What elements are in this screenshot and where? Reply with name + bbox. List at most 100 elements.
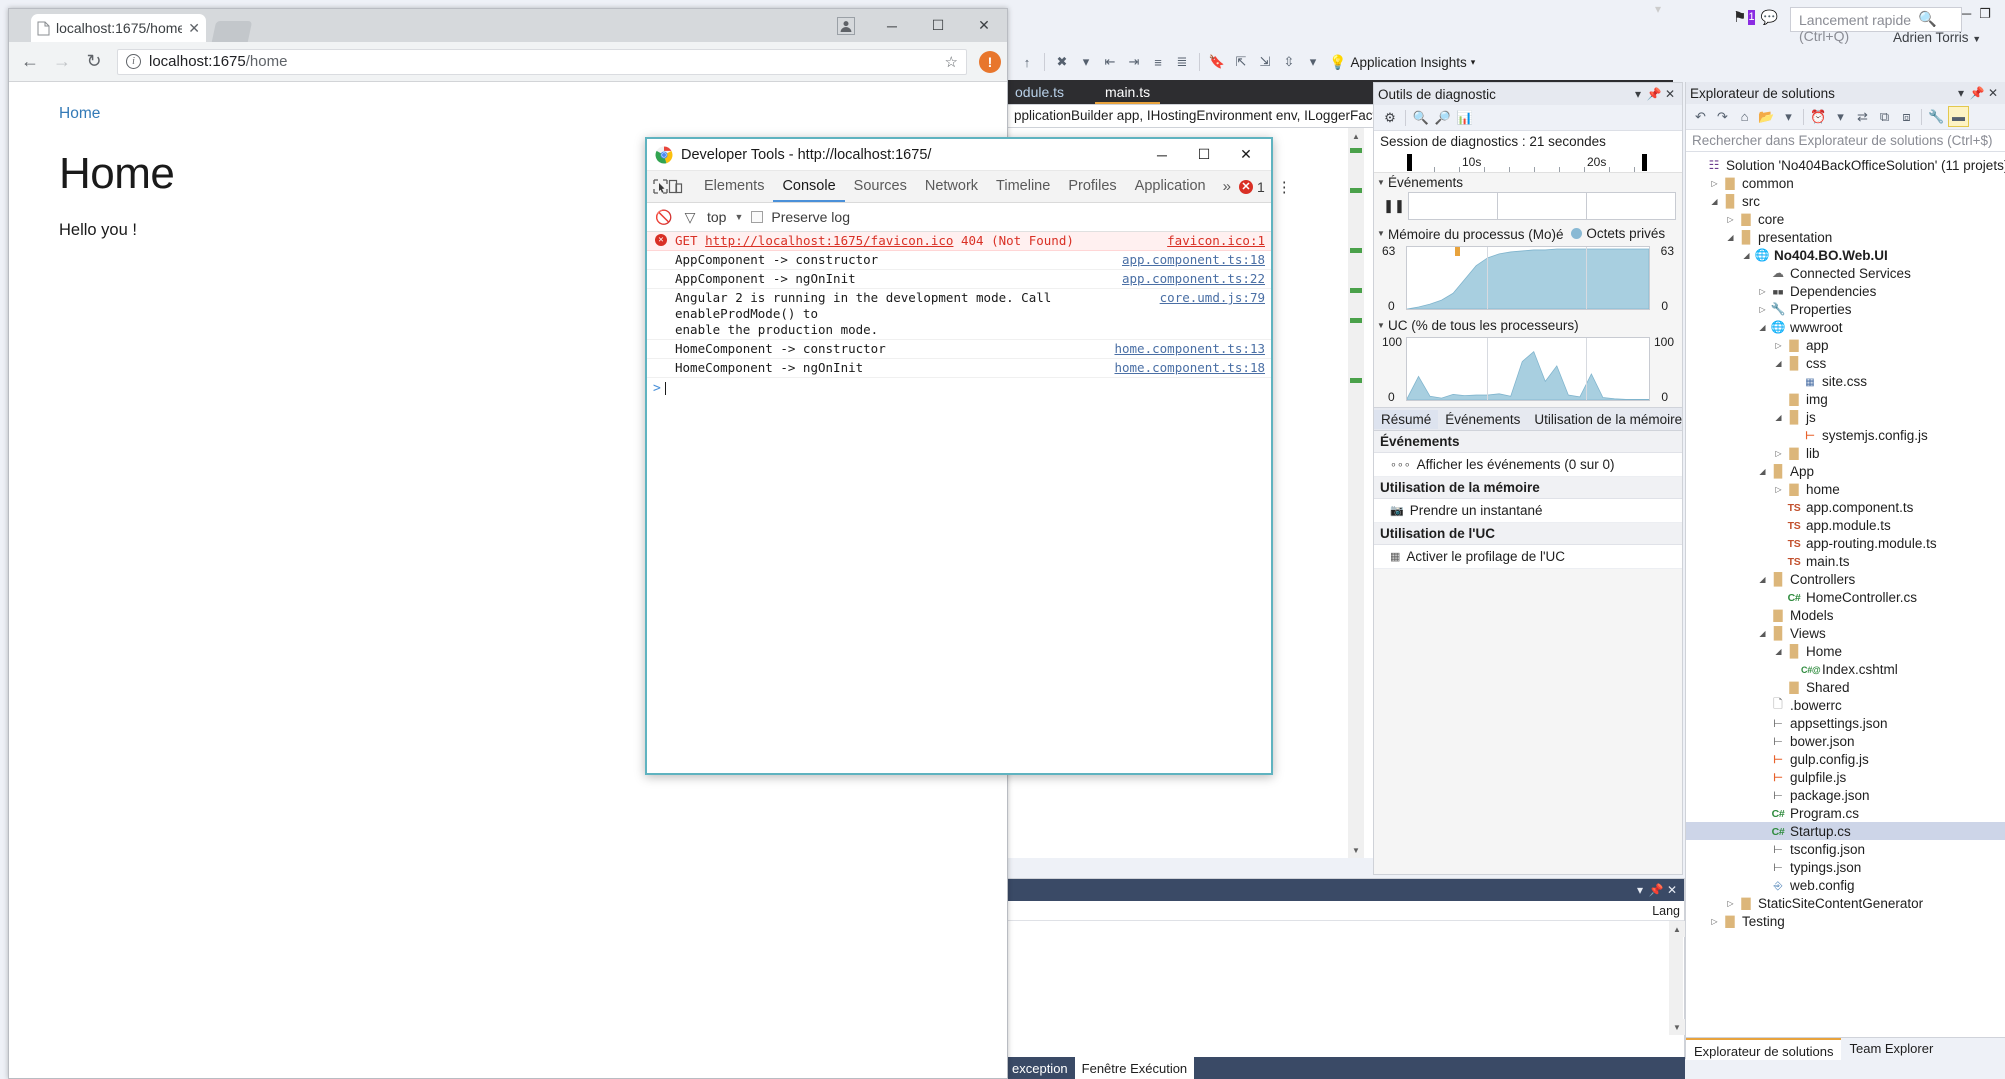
bookmark-star-icon[interactable]: ☆ (945, 53, 958, 71)
tab-elements[interactable]: Elements (695, 171, 773, 202)
devtools-maximize-button[interactable]: ☐ (1187, 140, 1221, 170)
summary-link-row-memory[interactable]: 📷 Prendre un instantané (1374, 499, 1682, 523)
tree-item-dependencies[interactable]: ▷ ■■ Dependencies (1686, 282, 2005, 300)
console-context-selector[interactable]: top (707, 209, 726, 225)
editor-tab-overflow-icon[interactable]: ▾ (1655, 2, 1661, 16)
debug-window-tabs[interactable]: exception Fenêtre Exécution (1005, 1057, 1685, 1079)
tree-item-src[interactable]: ◢ █ src (1686, 192, 2005, 210)
zoom-in-icon[interactable]: 🔍 (1411, 108, 1431, 128)
tree-item-tsconfig-json[interactable]: ⊢ tsconfig.json (1686, 840, 2005, 858)
tab-utilisation-memoire[interactable]: Utilisation de la mémoire (1527, 410, 1689, 429)
tree-item-core[interactable]: ▷ ▇ core (1686, 210, 2005, 228)
tree-item-program-cs[interactable]: C# Program.cs (1686, 804, 2005, 822)
expander-expanded-icon[interactable]: ◢ (1756, 575, 1769, 584)
filter-icon[interactable]: ▽ (681, 208, 699, 226)
tree-item-gulp-config-js[interactable]: ⊢ gulp.config.js (1686, 750, 2005, 768)
console-log-list[interactable]: ✕ GET http://localhost:1675/favicon.ico 4… (647, 232, 1271, 772)
preview-selected-items-icon[interactable]: ▬ (1948, 106, 1969, 127)
events-section-header[interactable]: ▼ Événements (1374, 173, 1682, 192)
tree-item-connected-services[interactable]: ☁ Connected Services (1686, 264, 2005, 282)
gear-icon[interactable]: ⚙ (1380, 108, 1400, 128)
cpu-graph[interactable]: 100 0 100 0 (1380, 335, 1676, 404)
tree-item-models[interactable]: ▇ Models (1686, 606, 2005, 624)
avatar[interactable] (823, 16, 869, 35)
pause-icon[interactable]: ❚❚ (1380, 192, 1408, 220)
expander-expanded-icon[interactable]: ◢ (1772, 647, 1785, 656)
breakpoints-icon[interactable]: ✖ (1051, 51, 1073, 73)
extension-warning-icon[interactable]: ! (979, 50, 1001, 73)
tree-item-testing[interactable]: ▷ ▇ Testing (1686, 912, 2005, 930)
summary-link-row-events[interactable]: ∘∘∘ Afficher les événements (0 sur 0) (1374, 453, 1682, 477)
properties-wrench-icon[interactable]: 🔧 (1926, 106, 1947, 127)
pane-menu-icon[interactable]: ▾ (1630, 87, 1646, 101)
bookmark-icon[interactable]: 🔖 (1206, 51, 1228, 73)
chart-icon[interactable]: 📊 (1455, 108, 1475, 128)
console-log-source-link[interactable]: favicon.ico:1 (1157, 233, 1265, 248)
scroll-down-button[interactable]: ▼ (1348, 842, 1364, 858)
editor-vertical-scrollbar[interactable]: ▲ ▼ (1348, 128, 1364, 858)
back-icon[interactable]: ← (15, 47, 45, 77)
tree-item-index-cshtml[interactable]: C#@ Index.cshtml (1686, 660, 2005, 678)
close-icon[interactable]: ✕ (1664, 883, 1680, 897)
tab-team-explorer[interactable]: Team Explorer (1841, 1039, 1941, 1058)
events-track[interactable] (1408, 192, 1676, 220)
tab-resume[interactable]: Résumé (1374, 409, 1439, 429)
next-bookmark-icon[interactable]: ⇲ (1254, 51, 1276, 73)
console-log-row[interactable]: AppComponent -> ngOnInit app.component.ts… (647, 270, 1271, 289)
devtools-minimize-button[interactable]: ─ (1145, 140, 1179, 170)
expander-collapsed-icon[interactable]: ▷ (1756, 305, 1769, 314)
console-log-row[interactable]: ✕ GET http://localhost:1675/favicon.ico 4… (647, 232, 1271, 251)
expander-collapsed-icon[interactable]: ▷ (1772, 449, 1785, 458)
comment-icon[interactable]: ⇥ (1123, 51, 1145, 73)
site-info-icon[interactable]: i (126, 54, 141, 69)
pane-menu-icon[interactable]: ▾ (1632, 883, 1648, 897)
tree-item-app-routing-module-ts[interactable]: TS app-routing.module.ts (1686, 534, 2005, 552)
toolbar-overflow-icon-2[interactable]: ▾ (1302, 51, 1324, 73)
output-window-scrollbar[interactable]: ▲ ▼ (1669, 921, 1685, 1035)
chevron-down-icon[interactable]: ▼ (734, 212, 743, 222)
address-bar[interactable]: i localhost:1675/home ☆ (117, 48, 967, 75)
solution-explorer-bottom-tabs[interactable]: Explorateur de solutions Team Explorer (1686, 1037, 2005, 1060)
clear-console-icon[interactable]: 🚫 (655, 208, 673, 226)
tree-item-shared[interactable]: ▇ Shared (1686, 678, 2005, 696)
cpu-section-header[interactable]: ▼ UC (% de tous les processeurs) (1374, 316, 1682, 335)
diagnostic-tools-toolbar[interactable]: ⚙ 🔍 🔎 📊 (1374, 105, 1682, 131)
home-icon[interactable]: ⌂ (1734, 106, 1755, 127)
close-icon[interactable]: ✕ (188, 20, 200, 37)
tree-item-app-component-ts[interactable]: TS app.component.ts (1686, 498, 2005, 516)
chrome-window-buttons[interactable]: ─ ☐ ✕ (823, 9, 1007, 42)
expander-collapsed-icon[interactable]: ▷ (1756, 287, 1769, 296)
tab-network[interactable]: Network (916, 171, 987, 202)
expander-expanded-icon[interactable]: ◢ (1772, 359, 1785, 368)
page-nav-link[interactable]: Home (59, 105, 957, 123)
tree-item-common[interactable]: ▷ ▇ common (1686, 174, 2005, 192)
tree-item-bower-json[interactable]: ⊢ bower.json (1686, 732, 2005, 750)
scroll-down-button[interactable]: ▼ (1669, 1019, 1685, 1035)
expander-expanded-icon[interactable]: ◢ (1756, 629, 1769, 638)
tab-application[interactable]: Application (1126, 171, 1215, 202)
memory-section-header[interactable]: ▼ Mémoire du processus (Mo)é Octets priv… (1374, 224, 1682, 244)
tree-item-home[interactable]: ▷ ▇ home (1686, 480, 2005, 498)
tree-item-typings-json[interactable]: ⊢ typings.json (1686, 858, 2005, 876)
application-insights-button[interactable]: 💡 Application Insights ▾ (1329, 54, 1475, 71)
console-log-row[interactable]: HomeComponent -> constructor home.compone… (647, 340, 1271, 359)
tab-profiles[interactable]: Profiles (1059, 171, 1125, 202)
tree-item-main-ts[interactable]: TS main.ts (1686, 552, 2005, 570)
forward-icon[interactable]: → (47, 47, 77, 77)
switch-views-icon[interactable]: 📂 (1756, 106, 1777, 127)
tree-item-solution-no404backofficesolution-11-projets[interactable]: ☷ Solution 'No404BackOfficeSolution' (11 … (1686, 156, 2005, 174)
expander-expanded-icon[interactable]: ◢ (1724, 233, 1737, 242)
tree-item-views[interactable]: ◢ █ Views (1686, 624, 2005, 642)
tree-item-startup-cs[interactable]: C# Startup.cs (1686, 822, 2005, 840)
pending-changes-icon[interactable]: ⏰ (1808, 106, 1829, 127)
expander-expanded-icon[interactable]: ◢ (1756, 467, 1769, 476)
tree-item-no404-bo-web-ui[interactable]: ◢ 🌐 No404.BO.Web.UI (1686, 246, 2005, 264)
clear-bookmarks-icon[interactable]: ⇳ (1278, 51, 1300, 73)
zoom-out-icon[interactable]: 🔎 (1433, 108, 1453, 128)
vs-restore-button[interactable]: ❐ (1979, 6, 1991, 22)
tree-item-app[interactable]: ▷ ▇ app (1686, 336, 2005, 354)
expander-expanded-icon[interactable]: ◢ (1740, 251, 1753, 260)
inspect-element-icon[interactable] (653, 174, 668, 200)
console-log-source-link[interactable]: home.component.ts:18 (1104, 360, 1265, 375)
solution-explorer-search-input[interactable]: Rechercher dans Explorateur de solutions… (1686, 130, 2005, 152)
